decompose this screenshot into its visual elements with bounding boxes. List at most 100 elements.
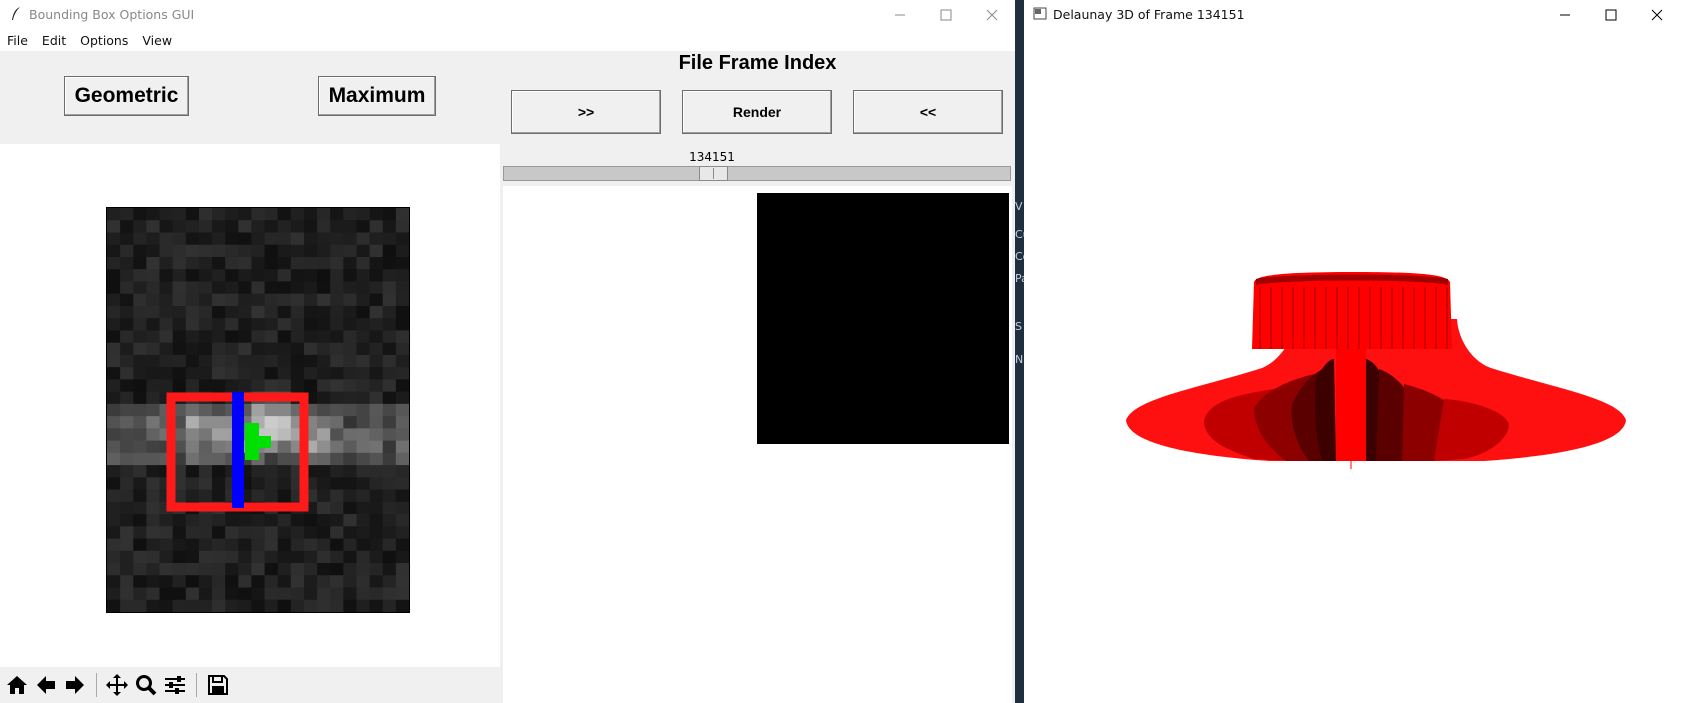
configure-subplots-button[interactable] (161, 671, 189, 699)
menu-edit[interactable]: Edit (35, 29, 73, 48)
image-pixel (356, 330, 371, 344)
image-pixel (146, 305, 161, 319)
image-pixel (395, 305, 409, 319)
maximize-icon (1605, 9, 1617, 20)
plot-canvas[interactable] (0, 144, 500, 667)
image-pixel (185, 244, 200, 258)
render-button[interactable]: Render (682, 90, 832, 134)
mesh-column (1336, 282, 1366, 461)
image-pixel (198, 440, 213, 454)
forward-button[interactable] (61, 671, 89, 699)
image-pixel (159, 208, 174, 221)
back-button[interactable] (32, 671, 60, 699)
image-pixel (382, 379, 397, 393)
image-pixel (369, 563, 384, 576)
image-pixel (317, 489, 331, 503)
image-pixel (212, 452, 226, 466)
image-pixel (146, 232, 161, 246)
image-pixel (146, 587, 161, 601)
image-pixel (238, 367, 252, 380)
image-pixel (317, 403, 331, 417)
image-pixel (120, 220, 134, 233)
image-pixel (159, 232, 174, 246)
minimize-button[interactable] (1542, 0, 1588, 29)
image-pixel (107, 220, 121, 233)
image-pixel (317, 281, 331, 295)
image-pixel (120, 599, 134, 612)
maximum-button[interactable]: Maximum (318, 76, 436, 116)
image-pixel (172, 342, 187, 356)
vtk-window-icon (1033, 7, 1047, 20)
next-frame-button[interactable]: >> (511, 90, 661, 134)
image-pixel (264, 244, 279, 258)
image-pixel (290, 232, 305, 246)
image-pixel (264, 599, 279, 612)
image-pixel (251, 269, 266, 282)
pan-button[interactable] (103, 671, 131, 699)
image-pixel (107, 587, 121, 601)
minimize-button[interactable] (877, 0, 923, 29)
image-pixel (330, 477, 344, 491)
image-pixel (212, 428, 226, 442)
image-pixel (212, 342, 226, 356)
delaunay-mesh-render[interactable] (1024, 29, 1682, 703)
zoom-button[interactable] (132, 671, 160, 699)
image-pixel (133, 244, 147, 258)
image-pixel (382, 526, 397, 540)
geometric-button[interactable]: Geometric (64, 76, 189, 116)
image-pixel (198, 269, 213, 282)
image-pixel (133, 367, 147, 380)
image-pixel (330, 563, 344, 576)
image-pixel (290, 293, 305, 307)
maximize-button[interactable] (1588, 0, 1634, 29)
image-pixel (330, 269, 344, 282)
image-pixel (107, 256, 121, 270)
image-pixel (317, 354, 331, 368)
image-pixel (264, 452, 279, 466)
image-pixel (146, 208, 161, 221)
image-pixel (317, 452, 331, 466)
image-pixel (343, 354, 357, 368)
save-icon (208, 675, 228, 695)
image-pixel (185, 514, 200, 527)
image-pixel (159, 514, 174, 527)
image-pixel (146, 391, 161, 405)
close-button[interactable] (1634, 0, 1680, 29)
image-pixel (264, 563, 279, 576)
image-pixel (120, 379, 134, 393)
image-pixel (251, 342, 266, 356)
image-pixel (303, 587, 318, 601)
prev-frame-button[interactable]: << (853, 90, 1003, 134)
image-pixel (330, 232, 344, 246)
image-pixel (330, 318, 344, 331)
image-pixel (317, 318, 331, 331)
image-pixel (185, 465, 200, 478)
close-button[interactable] (969, 0, 1015, 29)
image-pixel (277, 281, 292, 295)
image-pixel (369, 379, 384, 393)
image-pixel (290, 330, 305, 344)
frame-slider-trough[interactable] (503, 166, 1011, 181)
home-button[interactable] (3, 671, 31, 699)
image-pixel (277, 293, 292, 307)
save-button[interactable] (204, 671, 232, 699)
image-pixel (120, 416, 134, 429)
image-pixel (107, 379, 121, 393)
image-pixel (238, 514, 252, 527)
image-pixel (185, 440, 200, 454)
menu-view[interactable]: View (135, 29, 179, 48)
image-pixel (317, 514, 331, 527)
image-pixel (356, 526, 371, 540)
image-pixel (330, 416, 344, 429)
maximize-icon (940, 9, 952, 20)
image-pixel (212, 477, 226, 491)
menu-file[interactable]: File (0, 29, 35, 48)
maximize-button[interactable] (923, 0, 969, 29)
menu-options[interactable]: Options (73, 29, 135, 48)
image-pixel (212, 538, 226, 552)
image-pixel (290, 538, 305, 552)
image-pixel (212, 563, 226, 576)
image-pixel (277, 403, 292, 417)
frame-slider-handle[interactable] (699, 166, 729, 181)
image-pixel (120, 403, 134, 417)
